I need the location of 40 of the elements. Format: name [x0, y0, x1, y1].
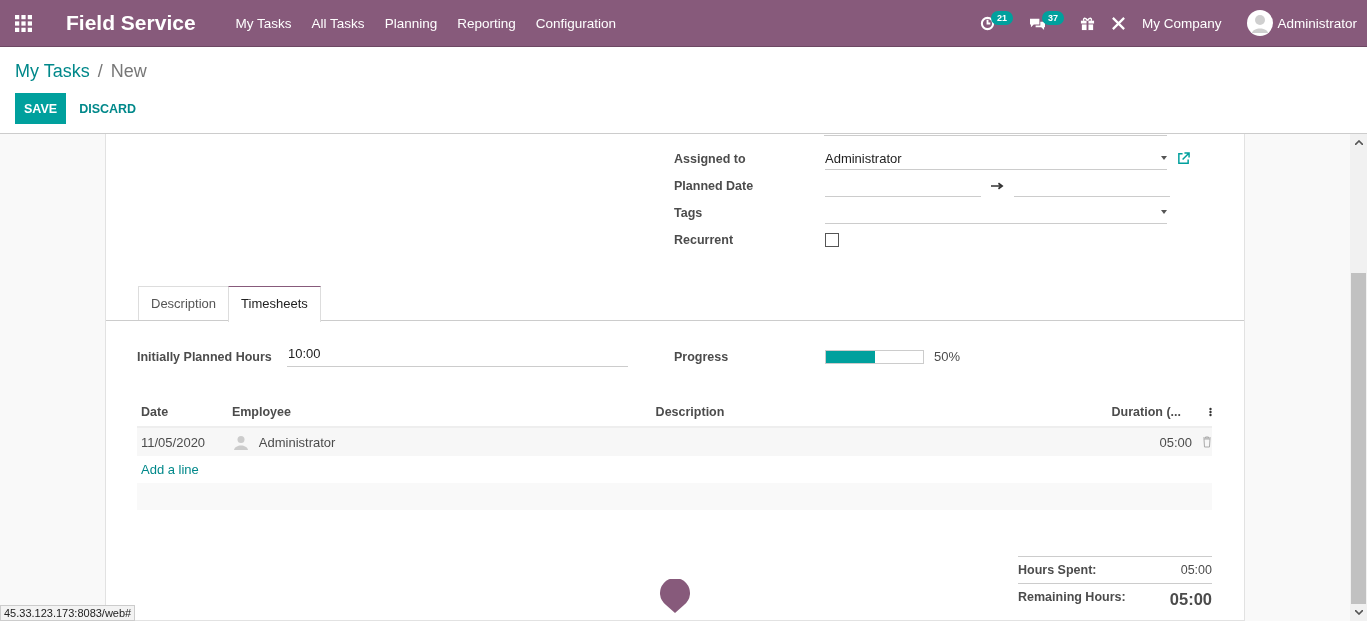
add-line-link[interactable]: Add a line: [141, 462, 199, 477]
total-label: Remaining Hours:: [1018, 583, 1170, 609]
tab[interactable]: Description: [138, 286, 230, 320]
select-field[interactable]: Administrator: [825, 147, 1167, 170]
column-header[interactable]: Duration (...: [1080, 404, 1182, 419]
breadcrumb-separator: /: [97, 60, 103, 82]
breadcrumb-link[interactable]: My Tasks: [15, 60, 90, 82]
total-value: 05:00: [1179, 563, 1212, 577]
status-url: 45.33.123.173:8083/web#: [0, 605, 136, 621]
progress-reading: 50%: [934, 349, 961, 364]
activity-count-badge: 21: [990, 10, 1013, 25]
company-switcher[interactable]: My Company: [1141, 15, 1222, 31]
field-label: Progress: [674, 349, 730, 364]
field-label: Assigned to: [674, 151, 747, 166]
total-label: Hours Spent:: [1018, 563, 1098, 577]
total-value: 05:00: [1169, 583, 1212, 609]
field-label: Recurrent: [674, 232, 735, 247]
menu-item[interactable]: All Tasks: [311, 15, 365, 31]
table-row[interactable]: 11/05/2020 Administrator 05:00: [137, 428, 1212, 456]
menu-item[interactable]: Configuration: [535, 15, 617, 31]
column-header[interactable]: Date: [137, 404, 228, 419]
field-label: Tags: [674, 205, 704, 220]
table-cell: Administrator: [258, 434, 336, 450]
message-count-badge: 37: [1041, 10, 1064, 25]
field-label: Planned Date: [674, 178, 755, 193]
menu-item[interactable]: Planning: [384, 15, 438, 31]
field-label: Initially Planned Hours: [137, 349, 273, 364]
app-title: Field Service: [66, 11, 196, 35]
save-button[interactable]: SAVE: [15, 93, 67, 124]
user-menu[interactable]: Administrator: [1277, 15, 1357, 31]
breadcrumb-current: New: [110, 60, 147, 82]
table-cell-text: 05:00: [1158, 434, 1192, 450]
tab[interactable]: Timesheets: [228, 286, 321, 322]
discard-button[interactable]: DISCARD: [66, 93, 150, 124]
input-field[interactable]: 10:00: [287, 346, 628, 367]
column-header[interactable]: Employee: [227, 404, 652, 419]
menu-item[interactable]: My Tasks: [235, 15, 292, 31]
table-cell-text: 11/05/2020: [140, 434, 207, 450]
menu-item[interactable]: Reporting: [457, 15, 516, 31]
column-header[interactable]: Description: [651, 404, 1081, 419]
